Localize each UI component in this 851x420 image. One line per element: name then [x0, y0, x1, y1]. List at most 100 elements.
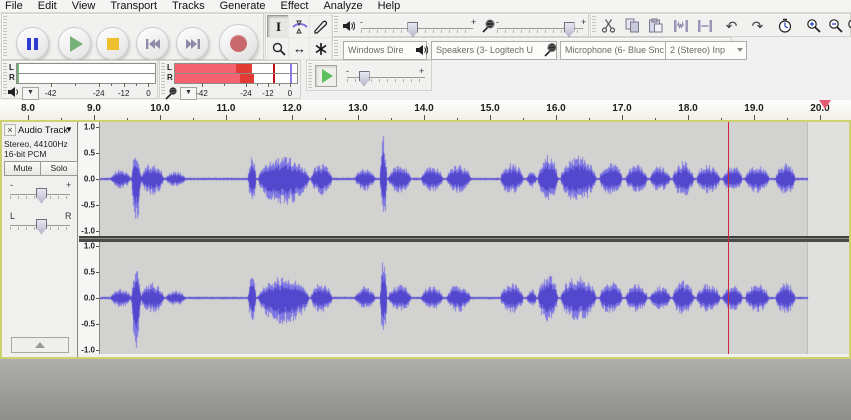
- ibeam-icon: I: [275, 18, 282, 34]
- menu-file[interactable]: File: [5, 0, 23, 12]
- track-menu-arrow-icon[interactable]: ▼: [65, 125, 73, 134]
- selection-tool-button[interactable]: I: [267, 15, 290, 38]
- copy-button[interactable]: [622, 16, 643, 35]
- meter-scale-label: 0: [287, 89, 293, 98]
- silence-icon: [697, 19, 712, 32]
- amplitude-label: -0.5: [81, 319, 95, 329]
- menu-edit[interactable]: Edit: [38, 0, 57, 12]
- amplitude-label: 0.5: [83, 267, 95, 277]
- draw-tool-button[interactable]: [309, 15, 332, 38]
- redo-button[interactable]: ↷: [747, 16, 768, 35]
- menu-view[interactable]: View: [72, 0, 96, 12]
- fit-project-button[interactable]: [844, 16, 851, 35]
- playhead-marker[interactable]: [819, 100, 831, 109]
- amplitude-tick: [96, 323, 99, 325]
- redo-icon: ↷: [751, 17, 764, 34]
- trim-audio-button[interactable]: [670, 16, 691, 35]
- recording-channels-select[interactable]: 2 (Stereo) Inp: [665, 41, 747, 60]
- undo-icon: ↶: [725, 17, 738, 34]
- stop-button[interactable]: [96, 27, 129, 60]
- meter-right-label: R: [167, 73, 173, 82]
- meter-scale-tick: [245, 83, 247, 87]
- timeline-label: 18.0: [678, 103, 698, 114]
- play-button[interactable]: [58, 27, 91, 60]
- input-volume-thumb[interactable]: [563, 22, 575, 37]
- envelope-tool-button[interactable]: [288, 15, 311, 38]
- meter-left-label: L: [9, 63, 14, 72]
- skip-to-start-button[interactable]: [136, 27, 169, 60]
- meter-scale-tick: [256, 84, 258, 86]
- recording-meter-scale: -42 -24 -12 0: [174, 83, 296, 99]
- timeline-label: 14.0: [414, 103, 434, 114]
- output-volume-thumb[interactable]: [407, 22, 419, 37]
- menu-help[interactable]: Help: [378, 0, 401, 12]
- amplitude-tick: [96, 272, 99, 274]
- amplitude-label: 0.0: [83, 174, 95, 184]
- meter-scale-tick: [123, 83, 125, 87]
- magnifier-icon: [272, 42, 286, 56]
- gain-thumb[interactable]: [36, 188, 47, 203]
- playback-device-select[interactable]: Speakers (3- Logitech U: [431, 41, 557, 60]
- menu-tracks[interactable]: Tracks: [172, 0, 205, 12]
- track-format-line1: Stereo, 44100Hz: [4, 139, 68, 149]
- meter-scale-tick: [98, 83, 100, 87]
- toolbar-grip[interactable]: [334, 16, 338, 34]
- pan-thumb[interactable]: [36, 219, 47, 234]
- zoom-tool-button[interactable]: [267, 37, 290, 60]
- timeline-label: 19.0: [744, 103, 764, 114]
- toolbar-grip[interactable]: [3, 16, 7, 57]
- timeline-label: 12.0: [282, 103, 302, 114]
- sync-lock-button[interactable]: [774, 16, 795, 35]
- paste-button[interactable]: [645, 16, 666, 35]
- pause-button[interactable]: [16, 27, 49, 60]
- collapse-track-button[interactable]: [11, 337, 69, 353]
- chevron-down-icon: [737, 48, 743, 52]
- amplitude-label: -1.0: [81, 345, 95, 355]
- undo-button[interactable]: ↶: [721, 16, 742, 35]
- meter-peak-line: [272, 64, 275, 73]
- close-track-button[interactable]: ×: [4, 124, 16, 136]
- stop-icon: [106, 37, 119, 50]
- waveform[interactable]: [100, 122, 849, 354]
- menu-effect[interactable]: Effect: [281, 0, 309, 12]
- zoom-in-button[interactable]: [803, 16, 824, 35]
- close-icon: ×: [7, 125, 13, 135]
- audio-track: 1.0 0.5 0.0 -0.5 -1.0 1.0 0.5 0.0 -0.5 -1.0 × Au…: [0, 120, 851, 359]
- recording-device-select[interactable]: Microphone (6- Blue Snc: [560, 41, 681, 60]
- toolbar-grip[interactable]: [592, 16, 596, 34]
- amplitude-tick: [96, 231, 99, 233]
- meter-max-line: [289, 64, 292, 73]
- track-title[interactable]: Audio Track: [18, 125, 68, 136]
- meter-scale-label: -24: [240, 89, 252, 98]
- vertical-ruler-left[interactable]: 1.0 0.5 0.0 -0.5 -1.0: [79, 122, 100, 236]
- meter-scale-tick: [111, 84, 113, 86]
- zoom-out-button[interactable]: [825, 16, 846, 35]
- vertical-ruler-right[interactable]: 1.0 0.5 0.0 -0.5 -1.0: [79, 242, 100, 354]
- playback-speed-thumb[interactable]: [358, 71, 370, 86]
- timeline-ruler[interactable]: 8.0 9.0 10.0 11.0 12.0 13.0 14.0 15.0 16.0 17.0 18…: [0, 100, 851, 122]
- menu-transport[interactable]: Transport: [110, 0, 157, 12]
- zoom-fit-icon: [847, 18, 851, 29]
- toolbar-grip[interactable]: [334, 40, 338, 57]
- play-at-speed-button[interactable]: [315, 65, 337, 87]
- menu-generate[interactable]: Generate: [220, 0, 266, 12]
- silence-audio-button[interactable]: [694, 16, 715, 35]
- meter-scale-tick: [289, 83, 291, 87]
- amplitude-tick: [96, 349, 99, 351]
- mute-button[interactable]: Mute: [4, 161, 42, 176]
- toolbar-grip[interactable]: [308, 63, 312, 88]
- time-shift-tool-button[interactable]: ↔: [288, 37, 311, 60]
- menu-analyze[interactable]: Analyze: [323, 0, 362, 12]
- timeline-label: 17.0: [612, 103, 632, 114]
- cut-button[interactable]: [598, 16, 619, 35]
- speaker-icon: [343, 21, 355, 31]
- amplitude-tick: [96, 205, 99, 207]
- multi-tool-button[interactable]: [309, 37, 332, 60]
- solo-button[interactable]: Solo: [40, 161, 78, 176]
- meter-scale-label: -42: [44, 89, 57, 98]
- record-button[interactable]: [219, 24, 258, 63]
- meter-scale-tick: [148, 83, 150, 87]
- skip-to-end-button[interactable]: [176, 27, 209, 60]
- track-control-panel: × Audio Track ▼ Stereo, 44100Hz 16-bit P…: [2, 122, 78, 357]
- pan-right-label: R: [65, 211, 72, 221]
